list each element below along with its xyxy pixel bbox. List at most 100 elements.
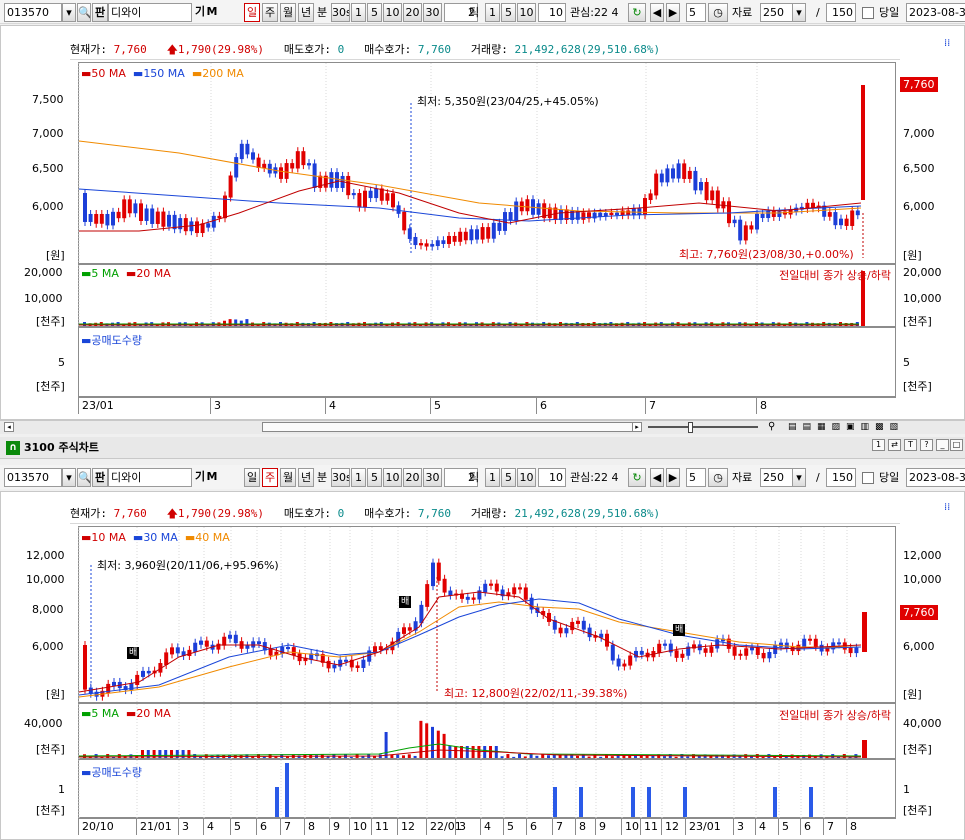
period-week-button[interactable]: 주 (262, 468, 278, 487)
period-week-button[interactable]: 주 (262, 3, 278, 22)
min-10-button[interactable]: 10 (383, 468, 402, 487)
price-candle (620, 210, 625, 216)
price-candle (676, 163, 681, 179)
tick-1-button[interactable]: 1 (485, 468, 500, 487)
window-maximize-icon[interactable]: □ (950, 439, 963, 451)
tick-5-button[interactable]: 5 (501, 3, 516, 22)
m-button[interactable]: M (206, 468, 218, 487)
code-dropdown-button[interactable]: ▾ (62, 3, 76, 22)
period-month-button[interactable]: 월 (280, 468, 296, 487)
period-day-button[interactable]: 일 (244, 468, 260, 487)
min-5-button[interactable]: 5 (367, 468, 382, 487)
price-candle (827, 212, 832, 217)
magnify-icon[interactable]: ⚲ (768, 421, 775, 432)
code-dropdown-button[interactable]: ▾ (62, 468, 76, 487)
bottom-x-label: 11 (371, 819, 389, 835)
refresh-icon[interactable]: ↻ (628, 3, 646, 22)
ki-button[interactable]: 기 (194, 468, 206, 487)
tick-1-button[interactable]: 1 (485, 3, 500, 22)
settings-dots-icon[interactable]: ⁞⁞ (944, 38, 950, 49)
interest-label: 관심:22 4 (570, 6, 619, 19)
stock-code-input[interactable]: 013570 (4, 468, 62, 487)
chart-tools-icons[interactable]: ▤▤▦▨▣▥▩▧ (788, 422, 904, 432)
window-help-icon[interactable]: ? (920, 439, 933, 451)
window-minimize-icon[interactable]: _ (936, 439, 949, 451)
tick-input[interactable]: 10 (538, 468, 566, 487)
window-num-icon[interactable]: 1 (872, 439, 885, 451)
next-icon[interactable]: ▶ (666, 3, 680, 22)
volume-value: 21,492,628(29,510.68%) (514, 43, 661, 56)
today-checkbox[interactable] (862, 7, 874, 19)
search-icon[interactable]: 🔍 (77, 3, 91, 22)
date-input[interactable]: 2023-08-3 (906, 468, 965, 487)
data-count-select[interactable]: 250 (760, 3, 794, 22)
period-year-button[interactable]: 년 (298, 3, 314, 22)
today-checkbox[interactable] (862, 472, 874, 484)
price-candle (463, 231, 468, 241)
min-5-button[interactable]: 5 (367, 3, 382, 22)
price-candle (581, 620, 586, 630)
tick-input[interactable]: 10 (538, 3, 566, 22)
price-candle (373, 646, 377, 653)
scroll-left-icon[interactable]: ◂ (4, 422, 14, 432)
max-count-input[interactable]: 150 (826, 3, 856, 22)
prev-icon[interactable]: ◀ (650, 3, 664, 22)
search-icon[interactable]: 🔍 (77, 468, 91, 487)
bot-vol-y-left-unit: [천주] (36, 743, 65, 756)
clock-icon[interactable]: ◷ (708, 3, 728, 22)
volume-bar (512, 756, 516, 758)
volume-bar (610, 756, 614, 758)
price-candle (458, 231, 463, 242)
ki-button[interactable]: 기 (194, 3, 206, 22)
count-input[interactable]: 5 (686, 3, 706, 22)
max-count-input[interactable]: 150 (826, 468, 856, 487)
chart-type-icon[interactable]: 판 (92, 3, 108, 22)
bottom-x-label: 7 (280, 819, 291, 835)
min-20-button[interactable]: 20 (403, 3, 422, 22)
min-1-button[interactable]: 1 (351, 468, 366, 487)
data-count-dropdown-icon[interactable]: ▾ (792, 3, 806, 22)
min-30-button[interactable]: 30 (423, 3, 442, 22)
interest-label: 관심:22 4 (570, 471, 619, 484)
bottom-x-label: 4 (755, 819, 766, 835)
chart-scrollbar[interactable]: ◂ ▸ ⚲ ▤▤▦▨▣▥▩▧ (0, 420, 965, 434)
m-button[interactable]: M (206, 3, 218, 22)
period-day-button[interactable]: 일 (244, 3, 260, 22)
zoom-slider[interactable] (648, 426, 758, 428)
price-candle (164, 652, 169, 666)
min-10-button[interactable]: 10 (383, 3, 402, 22)
bottom-x-label: 12 (397, 819, 415, 835)
stock-name-field[interactable]: 디와이 (108, 468, 192, 487)
tick-5-button[interactable]: 5 (501, 468, 516, 487)
tick-10-button[interactable]: 10 (517, 3, 536, 22)
period-year-button[interactable]: 년 (298, 468, 314, 487)
settings-dots-icon[interactable]: ⁞⁞ (944, 502, 950, 513)
tick-10-button[interactable]: 10 (517, 468, 536, 487)
zoom-slider-handle[interactable] (688, 422, 693, 433)
count-input[interactable]: 5 (686, 468, 706, 487)
chart-type-icon[interactable]: 판 (92, 468, 108, 487)
price-candle (385, 193, 390, 201)
min-30s-button[interactable]: 30s (331, 468, 350, 487)
min-30s-button[interactable]: 30s (331, 3, 350, 22)
refresh-icon[interactable]: ↻ (628, 468, 646, 487)
price-candle (217, 215, 222, 219)
min-20-button[interactable]: 20 (403, 468, 422, 487)
top-short-y-right-unit: [천주] (903, 380, 932, 393)
next-icon[interactable]: ▶ (666, 468, 680, 487)
bot-short-y-left: 1 (58, 783, 65, 796)
clock-icon[interactable]: ◷ (708, 468, 728, 487)
date-input[interactable]: 2023-08-3 (906, 3, 965, 22)
stock-code-input[interactable]: 013570 (4, 3, 62, 22)
window-text-icon[interactable]: T (904, 439, 917, 451)
window-link-icon[interactable]: ⇄ (888, 439, 901, 451)
period-month-button[interactable]: 월 (280, 3, 296, 22)
scroll-thumb[interactable] (262, 422, 642, 432)
data-count-dropdown-icon[interactable]: ▾ (792, 468, 806, 487)
scroll-right-icon[interactable]: ▸ (632, 422, 642, 432)
min-1-button[interactable]: 1 (351, 3, 366, 22)
prev-icon[interactable]: ◀ (650, 468, 664, 487)
data-count-select[interactable]: 250 (760, 468, 794, 487)
min-30-button[interactable]: 30 (423, 468, 442, 487)
stock-name-field[interactable]: 디와이 (108, 3, 192, 22)
